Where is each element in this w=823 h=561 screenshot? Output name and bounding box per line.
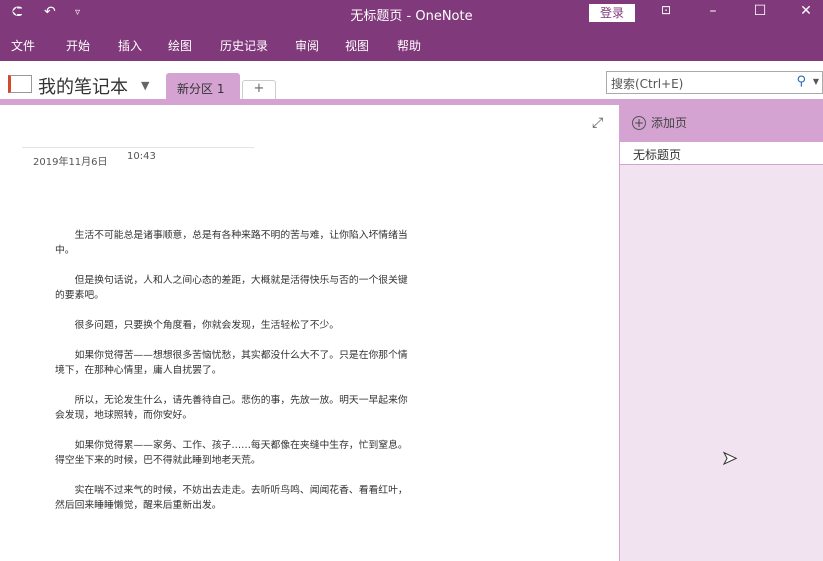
- title-bar: ⮈ ↶ ▿ 无标题页 - OneNote 登录 ⊡ – ☐ ✕: [0, 0, 823, 27]
- add-section-button[interactable]: +: [242, 80, 276, 101]
- page-time: 10:43: [127, 151, 156, 162]
- login-button[interactable]: 登录: [589, 4, 635, 22]
- menu-review[interactable]: 审阅: [295, 37, 319, 54]
- notebook-bar: 我的笔记本 ▼ 新分区 1 + 搜索(Ctrl+E) ⚲ ▼: [0, 61, 823, 101]
- window-title: 无标题页 - OneNote: [350, 9, 473, 24]
- note-content[interactable]: 生活不可能总是诸事顺意，总是有各种来路不明的苦与难，让你陷入坏情绪当中。 但是换…: [55, 228, 411, 528]
- paragraph[interactable]: 如果你觉得苦——想想很多苦恼忧愁，其实都没什么大不了。只是在你那个情境下，在那种…: [55, 348, 411, 378]
- plus-circle-icon: +: [632, 116, 646, 130]
- minimize-icon[interactable]: –: [703, 3, 723, 19]
- paragraph[interactable]: 所以，无论发生什么，请先善待自己。悲伤的事，先放一放。明天一早起来你会发现，地球…: [55, 393, 411, 423]
- page-date: 2019年11月6日: [33, 157, 108, 168]
- menu-help[interactable]: 帮助: [397, 37, 421, 54]
- expand-icon[interactable]: ⤢: [592, 115, 603, 131]
- search-scope-caret-icon[interactable]: ▼: [813, 77, 819, 86]
- search-placeholder: 搜索(Ctrl+E): [611, 77, 684, 91]
- close-icon[interactable]: ✕: [796, 3, 816, 19]
- notebook-name[interactable]: 我的笔记本: [38, 73, 128, 99]
- paragraph[interactable]: 很多问题，只要换个角度看，你就会发现，生活轻松了不少。: [55, 318, 411, 333]
- search-input[interactable]: 搜索(Ctrl+E) ⚲ ▼: [606, 71, 823, 94]
- title-underline: [22, 147, 254, 148]
- menu-home[interactable]: 开始: [66, 37, 90, 54]
- notebook-icon: [8, 75, 32, 93]
- paragraph[interactable]: 如果你觉得累——家务、工作、孩子……每天都像在夹缝中生存，忙到窒息。得空坐下来的…: [55, 438, 411, 468]
- chevron-down-icon[interactable]: ▼: [141, 79, 149, 92]
- paragraph[interactable]: 生活不可能总是诸事顺意，总是有各种来路不明的苦与难，让你陷入坏情绪当中。: [55, 228, 411, 258]
- menu-view[interactable]: 视图: [345, 37, 369, 54]
- tab-section-1[interactable]: 新分区 1: [166, 73, 240, 101]
- page-canvas[interactable]: ⤢ 2019年11月6日 10:43 生活不可能总是诸事顺意，总是有各种来路不明…: [0, 105, 619, 561]
- mouse-cursor-icon: ➤: [721, 448, 738, 470]
- ribbon-display-icon[interactable]: ⊡: [656, 3, 676, 17]
- add-page-button[interactable]: + 添加页: [620, 105, 823, 142]
- menu-file[interactable]: 文件: [11, 37, 35, 54]
- ribbon-menu: 文件 开始 插入 绘图 历史记录 审阅 视图 帮助: [0, 27, 823, 61]
- paragraph[interactable]: 但是换句话说，人和人之间心态的差距，大概就是活得快乐与否的一个很关键的要素吧。: [55, 273, 411, 303]
- menu-insert[interactable]: 插入: [118, 37, 142, 54]
- menu-history[interactable]: 历史记录: [220, 37, 268, 54]
- page-list-item[interactable]: 无标题页: [620, 142, 823, 165]
- page-list: + 添加页 无标题页: [619, 105, 823, 561]
- search-icon[interactable]: ⚲: [796, 74, 806, 89]
- menu-draw[interactable]: 绘图: [168, 37, 192, 54]
- paragraph[interactable]: 实在喘不过来气的时候，不妨出去走走。去听听鸟鸣、闻闻花香、看看红叶，然后回来睡睡…: [55, 483, 411, 513]
- maximize-icon[interactable]: ☐: [750, 3, 770, 19]
- add-page-label: 添加页: [651, 116, 688, 130]
